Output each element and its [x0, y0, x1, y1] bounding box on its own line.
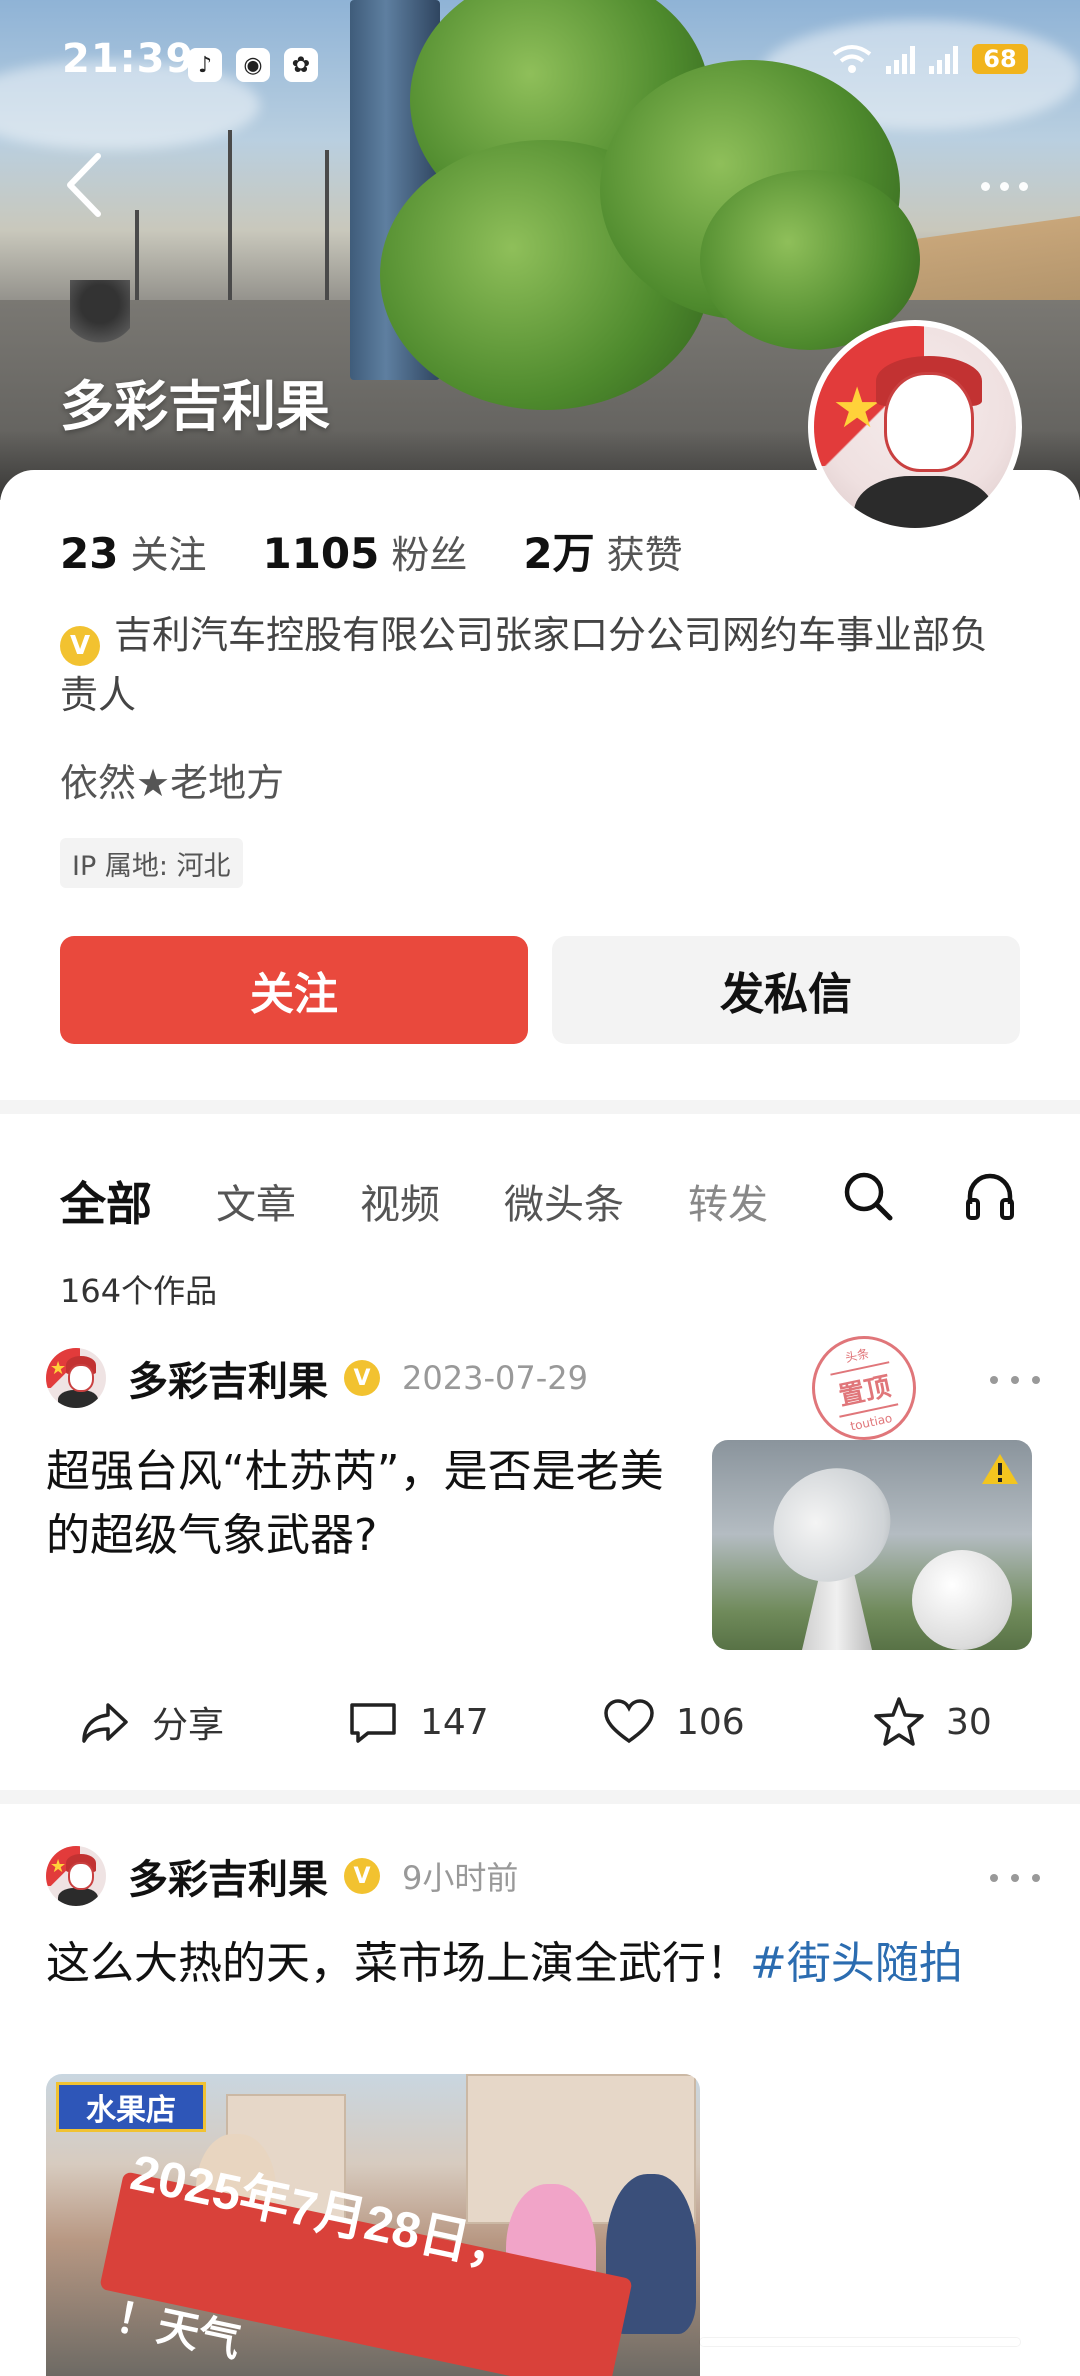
profile-avatar[interactable]: ★	[808, 320, 1022, 534]
pinned-stamp-icon: 头条 置顶 toutiao	[802, 1326, 926, 1450]
home-indicator[interactable]	[700, 2338, 1020, 2346]
wifi-icon	[832, 45, 872, 73]
more-options-button[interactable]	[964, 166, 1044, 206]
status-time: 21:39	[62, 36, 195, 82]
stat-following-label: 关注	[130, 533, 207, 577]
verified-badge-icon: V	[344, 1858, 380, 1894]
post-more-button[interactable]	[990, 1370, 1040, 1390]
verified-badge-icon: V	[60, 626, 100, 666]
tab-articles[interactable]: 文章	[216, 1172, 296, 1230]
post-header: ★ 多彩吉利果 V 2023-07-29	[46, 1348, 588, 1408]
stat-likes-count: 2万	[523, 529, 595, 578]
author-avatar[interactable]: ★	[46, 1846, 106, 1906]
stat-followers[interactable]: 1105 粉丝	[262, 524, 467, 579]
app-notification-icon: ◉	[236, 48, 270, 82]
post-date: 2023-07-29	[402, 1359, 588, 1397]
send-message-button[interactable]: 发私信	[552, 936, 1020, 1044]
signal-icon	[886, 44, 915, 74]
comment-button[interactable]: 147	[346, 1682, 489, 1762]
profile-signature: 依然★老地方	[60, 761, 285, 805]
tab-micro-headlines[interactable]: 微头条	[504, 1172, 624, 1230]
pinned-stamp-bottom: toutiao	[849, 1410, 894, 1434]
post-thumbnail[interactable]	[712, 1440, 1032, 1650]
like-count: 106	[676, 1701, 745, 1743]
status-bar: 21:39 ♪ ◉ ✿ 68	[0, 0, 1080, 130]
works-count: 164个作品	[60, 1272, 218, 1310]
app-notification-icon-2: ✿	[284, 48, 318, 82]
stat-following-count: 23	[60, 529, 119, 578]
post-time: 9小时前	[402, 1859, 519, 1897]
tiktok-icon: ♪	[188, 48, 222, 82]
pinned-stamp-top: 头条	[843, 1346, 871, 1366]
post-image[interactable]: 水果店 2025年7月28日， ！天气	[46, 2074, 700, 2376]
post-author-name[interactable]: 多彩吉利果	[128, 1847, 328, 1905]
share-label: 分享	[152, 1705, 225, 1746]
back-arrow-icon[interactable]	[60, 150, 110, 220]
post-header: ★ 多彩吉利果 V 9小时前	[46, 1846, 518, 1906]
post-title[interactable]: 这么大热的天，菜市场上演全武行！#街头随拍	[46, 1932, 1036, 1996]
section-divider	[0, 1790, 1080, 1804]
favorite-count: 30	[946, 1701, 992, 1743]
author-avatar[interactable]: ★	[46, 1348, 106, 1408]
profile-info-card: 23 关注 1105 粉丝 2万 获赞 V 吉利汽车控股有限公司张家口分公司网约车事业部…	[0, 470, 1080, 1100]
post-more-button[interactable]	[990, 1868, 1040, 1888]
tab-videos[interactable]: 视频	[360, 1172, 440, 1230]
hashtag-link[interactable]: #街头随拍	[750, 1938, 963, 1989]
search-icon[interactable]	[840, 1168, 896, 1224]
post-title-text: 这么大热的天，菜市场上演全武行！	[46, 1938, 750, 1989]
stat-likes[interactable]: 2万 获赞	[523, 520, 682, 581]
stat-followers-count: 1105	[262, 529, 380, 578]
battery-indicator: 68	[972, 44, 1028, 74]
favorite-button[interactable]: 30	[872, 1682, 992, 1762]
content-tabs: 全部 文章 视频 微头条 转发	[60, 1168, 832, 1234]
section-divider	[0, 1100, 1080, 1114]
signal-icon-2	[929, 44, 958, 74]
post-action-bar: 分享 147 106 30	[0, 1682, 1080, 1762]
tab-all[interactable]: 全部	[60, 1168, 152, 1234]
follow-button[interactable]: 关注	[60, 936, 528, 1044]
headphones-icon[interactable]	[962, 1168, 1018, 1224]
verification-info: V 吉利汽车控股有限公司张家口分公司网约车事业部负责人	[60, 606, 1020, 724]
profile-stats: 23 关注 1105 粉丝 2万 获赞	[60, 520, 683, 581]
verified-badge-icon: V	[344, 1360, 380, 1396]
comment-count: 147	[420, 1701, 489, 1743]
comment-icon	[350, 1703, 396, 1743]
pinned-stamp-label: 置顶	[830, 1361, 899, 1418]
share-icon	[82, 1703, 128, 1743]
like-button[interactable]: 106	[602, 1682, 745, 1762]
heart-icon	[604, 1699, 654, 1744]
stat-followers-label: 粉丝	[391, 533, 468, 577]
ip-location-tag: IP 属地: 河北	[60, 838, 243, 888]
stat-likes-label: 获赞	[606, 533, 683, 577]
star-icon	[874, 1697, 924, 1746]
verification-text: 吉利汽车控股有限公司张家口分公司网约车事业部负责人	[60, 613, 989, 717]
stat-following[interactable]: 23 关注	[60, 524, 206, 579]
profile-name: 多彩吉利果	[60, 375, 330, 438]
shop-sign: 水果店	[56, 2082, 206, 2132]
post-author-name[interactable]: 多彩吉利果	[128, 1349, 328, 1407]
share-button[interactable]: 分享	[78, 1682, 224, 1762]
post-title[interactable]: 超强台风“杜苏芮”，是否是老美的超级气象武器?	[46, 1440, 686, 1568]
warning-icon	[982, 1454, 1018, 1484]
tab-reposts[interactable]: 转发	[688, 1172, 768, 1230]
